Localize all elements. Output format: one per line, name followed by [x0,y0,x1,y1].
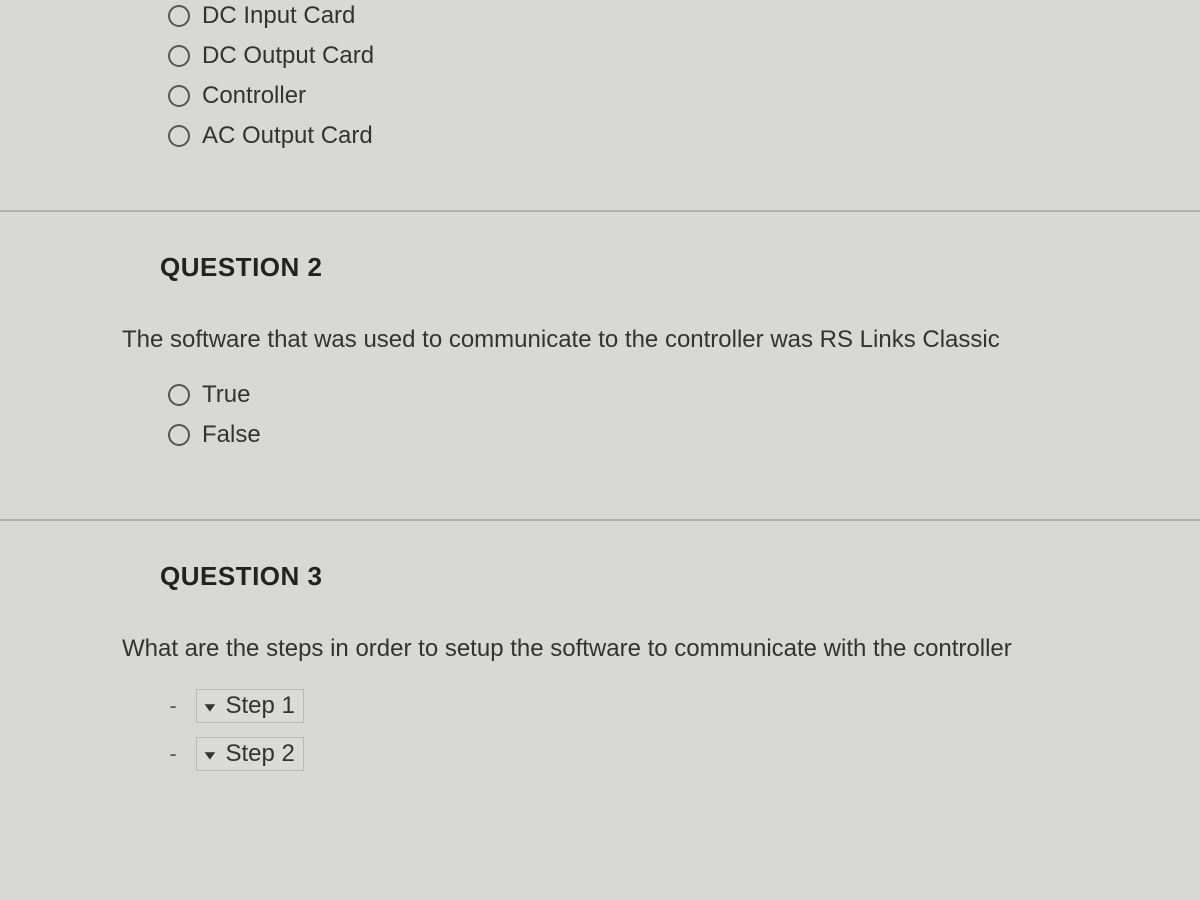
radio-option-true[interactable]: True [168,381,1200,409]
radio-icon [168,424,190,446]
radio-label: True [202,381,250,409]
q1-options: DC Input Card DC Output Card Controller … [100,0,1200,150]
question-3-header: QUESTION 3 [160,561,1200,592]
question-3: QUESTION 3 What are the steps in order t… [100,561,1200,772]
radio-option-controller[interactable]: Controller [168,82,1200,110]
chevron-down-icon: ▼ [201,700,219,715]
radio-icon [168,384,190,406]
radio-label: Controller [202,82,306,110]
question-divider [0,210,1200,212]
radio-label: DC Output Card [202,42,374,70]
radio-icon [168,5,190,27]
radio-option-false[interactable]: False [168,421,1200,449]
step-dropdown-1[interactable]: - ▼ Step 1 [160,689,1200,723]
step-label-text: Step 1 [226,692,295,719]
radio-icon [168,45,190,67]
question-2-text: The software that was used to communicat… [122,323,1200,357]
radio-label: AC Output Card [202,122,373,150]
question-2: QUESTION 2 The software that was used to… [100,252,1200,449]
question-divider [0,519,1200,521]
question-3-text: What are the steps in order to setup the… [122,632,1200,666]
q2-options: True False [100,381,1200,449]
radio-option-dc-input[interactable]: DC Input Card [168,2,1200,30]
chevron-down-icon: ▼ [201,748,219,763]
radio-option-dc-output[interactable]: DC Output Card [168,42,1200,70]
step-label-text: Step 2 [226,740,295,767]
radio-icon [168,125,190,147]
radio-option-ac-output[interactable]: AC Output Card [168,122,1200,150]
radio-icon [168,85,190,107]
radio-label: DC Input Card [202,2,355,30]
radio-label: False [202,421,261,449]
step-dropdown-2[interactable]: - ▼ Step 2 [160,737,1200,771]
step-placeholder: - [160,693,186,719]
question-2-header: QUESTION 2 [160,252,1200,283]
step-placeholder: - [160,741,186,767]
